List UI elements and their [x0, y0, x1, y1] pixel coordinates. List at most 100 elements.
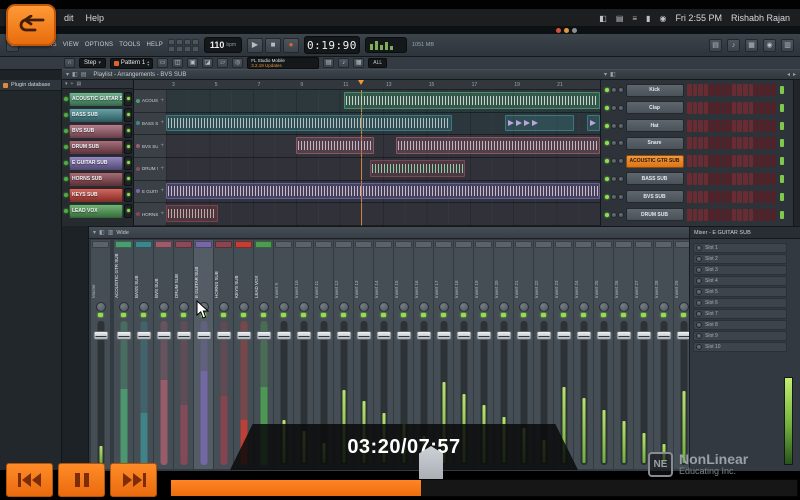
strip-fader[interactable] — [174, 319, 193, 469]
step-cell[interactable] — [715, 84, 720, 96]
step-cell[interactable] — [737, 209, 742, 221]
back-button[interactable] — [6, 4, 56, 46]
menubar-item-edit[interactable]: dit — [64, 13, 74, 23]
channel-picker-row[interactable]: E GUITAR SUB — [62, 155, 132, 170]
mixer-strip[interactable]: E GUITAR SUB — [194, 240, 213, 469]
mixer-view-icon[interactable]: ▥ — [108, 229, 114, 236]
slot-mix-knob[interactable] — [696, 300, 702, 306]
rack-channel-row[interactable]: DRUM SUB — [603, 207, 800, 223]
strip-fader[interactable] — [194, 319, 213, 469]
step-cell[interactable] — [709, 102, 714, 114]
audio-clip[interactable] — [370, 160, 465, 177]
step-cell[interactable] — [754, 173, 759, 185]
fader-handle[interactable] — [476, 331, 491, 340]
chevron-down-icon[interactable]: ▾ — [66, 71, 69, 78]
step-cell[interactable] — [693, 155, 698, 167]
step-cell[interactable] — [726, 155, 731, 167]
audio-clip[interactable] — [396, 137, 600, 154]
step-cell[interactable] — [693, 120, 698, 132]
playlist-lane[interactable] — [166, 181, 600, 204]
strip-color-tab[interactable] — [395, 241, 412, 248]
strip-color-tab[interactable] — [375, 241, 392, 248]
step-cell[interactable] — [754, 137, 759, 149]
strip-pan-knob[interactable] — [179, 302, 189, 312]
step-cell[interactable] — [721, 84, 726, 96]
step-cell[interactable] — [687, 173, 692, 185]
strip-color-tab[interactable] — [575, 241, 592, 248]
fader-handle[interactable] — [116, 331, 131, 340]
step-cell[interactable] — [737, 137, 742, 149]
playlist-lane[interactable] — [166, 90, 600, 113]
fader-handle[interactable] — [196, 331, 211, 340]
channel-rack-icon[interactable]: ▦ — [745, 39, 758, 52]
channel-button[interactable]: KEYS SUB — [69, 188, 123, 202]
step-cell[interactable] — [771, 84, 776, 96]
record-button[interactable]: ● — [283, 38, 299, 53]
fader-handle[interactable] — [156, 331, 171, 340]
step-cell[interactable] — [771, 120, 776, 132]
mixer-strip[interactable]: Insert 28 — [654, 240, 673, 469]
strip-color-tab[interactable] — [115, 241, 132, 248]
step-cell[interactable] — [737, 120, 742, 132]
previous-button[interactable] — [6, 463, 53, 497]
strip-color-tab[interactable] — [455, 241, 472, 248]
step-cell[interactable] — [704, 155, 709, 167]
step-cell[interactable] — [760, 155, 765, 167]
step-cell[interactable] — [760, 137, 765, 149]
channel-enable-led[interactable] — [605, 106, 609, 110]
fader-handle[interactable] — [456, 331, 471, 340]
channel-enable-led[interactable] — [605, 141, 609, 145]
fader-handle[interactable] — [516, 331, 531, 340]
step-cell[interactable] — [771, 191, 776, 203]
rack-channel-row[interactable]: ACOUSTIC GTR SUB — [603, 153, 800, 169]
step-cell[interactable] — [726, 102, 731, 114]
strip-enable-led[interactable] — [241, 313, 246, 317]
snap-magnet-icon[interactable]: ∩ — [64, 58, 75, 68]
strip-color-tab[interactable] — [92, 241, 109, 248]
channel-enable-led[interactable] — [605, 88, 609, 92]
step-cell[interactable] — [765, 155, 770, 167]
fl-menu-tools[interactable]: TOOLS — [119, 42, 140, 48]
piano-roll-icon[interactable]: ♪ — [727, 39, 740, 52]
fader-handle[interactable] — [256, 331, 271, 340]
strip-enable-led[interactable] — [581, 313, 586, 317]
battery-icon[interactable]: ▮ — [646, 14, 650, 23]
step-cell[interactable] — [749, 137, 754, 149]
channel-select-dot[interactable] — [780, 104, 784, 112]
next-button[interactable] — [110, 463, 157, 497]
delete-tool-icon[interactable]: ▣ — [187, 58, 198, 68]
strip-color-tab[interactable] — [155, 241, 172, 248]
status-subtitle[interactable]: 3.2.19 Updates — [251, 63, 318, 68]
channel-enable-led[interactable] — [605, 213, 609, 217]
strip-color-tab[interactable] — [235, 241, 252, 248]
volume-mini-knob[interactable] — [618, 105, 624, 111]
fader-handle[interactable] — [236, 331, 251, 340]
strip-color-tab[interactable] — [515, 241, 532, 248]
mixer-strip[interactable]: Insert 25 — [594, 240, 613, 469]
step-cell[interactable] — [709, 84, 714, 96]
playlist-lane[interactable] — [166, 203, 600, 226]
mixer-icon[interactable]: ◉ — [763, 39, 776, 52]
step-grid[interactable] — [687, 155, 776, 167]
strip-color-tab[interactable] — [275, 241, 292, 248]
step-cell[interactable] — [704, 137, 709, 149]
step-cell[interactable] — [715, 120, 720, 132]
rack-channel-button[interactable]: BVS SUB — [626, 190, 684, 203]
strip-pan-knob[interactable] — [159, 302, 169, 312]
playhead-marker[interactable] — [358, 80, 364, 85]
step-cell[interactable] — [715, 137, 720, 149]
strip-enable-led[interactable] — [141, 313, 146, 317]
pan-mini-knob[interactable] — [611, 158, 617, 164]
strip-fader[interactable] — [574, 319, 593, 469]
pattern-spinner[interactable]: ▴▾ — [147, 60, 149, 67]
step-cell[interactable] — [698, 120, 703, 132]
step-cell[interactable] — [721, 120, 726, 132]
step-cell[interactable] — [743, 120, 748, 132]
channel-picker-row[interactable]: ACOUSTIC GUITAR SUB — [62, 91, 132, 106]
step-cell[interactable] — [721, 155, 726, 167]
playlist-lane[interactable] — [166, 113, 600, 136]
pan-mini-knob[interactable] — [611, 123, 617, 129]
keyboard-icon[interactable]: ▤ — [323, 58, 334, 68]
menubar-user[interactable]: Rishabh Rajan — [731, 13, 790, 23]
strip-enable-led[interactable] — [361, 313, 366, 317]
